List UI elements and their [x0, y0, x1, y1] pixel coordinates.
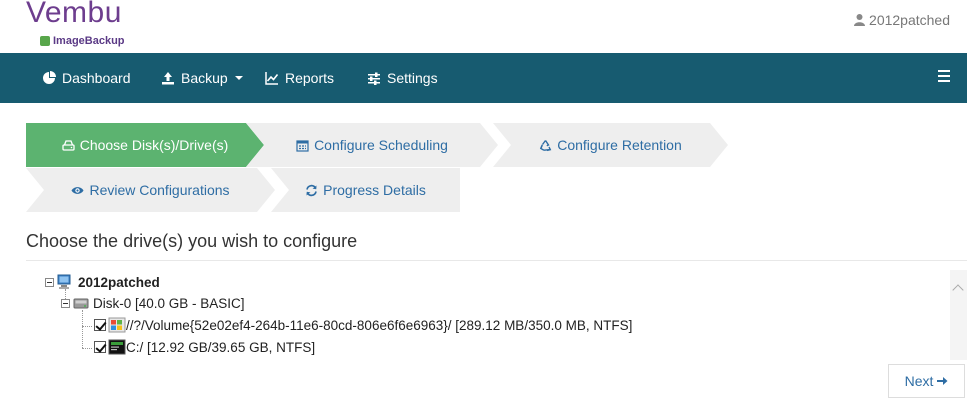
vembu-logo[interactable]: Vembu ImageBackup	[26, 0, 136, 50]
volume-label: //?/Volume{52e02ef4-264b-11e6-80cd-806e6…	[126, 317, 633, 333]
nav-dashboard[interactable]: Dashboard	[42, 53, 131, 103]
next-button-label: Next	[904, 373, 934, 389]
host-label: 2012patched	[78, 274, 160, 290]
imagebackup-icon	[40, 36, 50, 46]
step-configure-scheduling-label: Configure Scheduling	[314, 137, 448, 153]
step-progress-details-label: Progress Details	[323, 182, 426, 198]
refresh-icon	[306, 184, 317, 196]
calendar-icon	[296, 139, 309, 152]
recycle-icon	[540, 139, 552, 151]
logo-text: Vembu	[26, 0, 122, 29]
tree-node-volume[interactable]: //?/Volume{52e02ef4-264b-11e6-80cd-806e6…	[94, 316, 632, 334]
sliders-icon	[368, 72, 380, 85]
logo-subtitle: ImageBackup	[40, 34, 125, 48]
chevron-down-icon	[234, 76, 243, 80]
step-review-configurations[interactable]: Review Configurations	[26, 168, 275, 212]
tree-scrollbar[interactable]	[950, 270, 967, 360]
upload-icon	[162, 72, 174, 85]
pie-chart-icon	[43, 71, 56, 84]
hamburger-icon[interactable]	[938, 70, 950, 82]
collapse-icon[interactable]	[61, 298, 70, 308]
tree-connector	[82, 326, 92, 327]
hard-drive-icon	[73, 298, 89, 309]
step-progress-details[interactable]: Progress Details	[271, 168, 460, 212]
nav-settings[interactable]: Settings	[367, 53, 438, 103]
page-title: Choose the drive(s) you wish to configur…	[26, 231, 358, 251]
nav-reports[interactable]: Reports	[265, 53, 334, 103]
logo-subtext: ImageBackup	[53, 35, 125, 47]
drive-c-icon	[108, 339, 126, 355]
username: 2012patched	[869, 12, 950, 28]
hdd-icon	[62, 139, 75, 151]
step-review-configurations-label: Review Configurations	[89, 182, 230, 198]
step-configure-retention[interactable]: Configure Retention	[493, 123, 728, 167]
step-choose-disks[interactable]: Choose Disk(s)/Drive(s)	[26, 123, 264, 167]
title-divider	[26, 260, 967, 261]
user-icon	[854, 14, 866, 26]
nav-settings-label: Settings	[387, 70, 438, 86]
next-button[interactable]: Next	[888, 364, 965, 398]
tree-connector	[82, 310, 83, 348]
nav-dashboard-label: Dashboard	[62, 70, 131, 86]
disk-label: Disk-0 [40.0 GB - BASIC]	[93, 295, 245, 311]
tree-node-volume[interactable]: C:/ [12.92 GB/39.65 GB, NTFS]	[94, 338, 315, 356]
volume-label: C:/ [12.92 GB/39.65 GB, NTFS]	[126, 339, 316, 355]
scroll-up-icon[interactable]	[952, 284, 964, 296]
step-choose-disks-label: Choose Disk(s)/Drive(s)	[79, 137, 229, 153]
collapse-icon[interactable]	[45, 277, 54, 287]
nav-reports-label: Reports	[285, 70, 335, 86]
tree-node-disk[interactable]: Disk-0 [40.0 GB - BASIC]	[61, 294, 245, 312]
nav-backup[interactable]: Backup	[161, 53, 243, 103]
user-menu[interactable]: 2012patched	[854, 12, 950, 28]
volume-checkbox[interactable]	[94, 319, 106, 331]
tree-connector	[82, 348, 92, 349]
nav-backup-label: Backup	[181, 70, 228, 86]
windows-volume-icon	[108, 317, 126, 333]
step-configure-retention-label: Configure Retention	[557, 137, 682, 153]
arrow-right-icon	[937, 377, 948, 385]
volume-checkbox[interactable]	[94, 341, 106, 353]
computer-icon	[57, 274, 71, 289]
step-configure-scheduling[interactable]: Configure Scheduling	[246, 123, 498, 167]
eye-icon	[71, 186, 84, 194]
app-header: Vembu ImageBackup 2012patched	[0, 0, 967, 53]
line-chart-icon	[265, 72, 279, 85]
main-nav: Dashboard Backup Reports Settings	[0, 53, 967, 103]
tree-node-host[interactable]: 2012patched	[45, 273, 160, 291]
